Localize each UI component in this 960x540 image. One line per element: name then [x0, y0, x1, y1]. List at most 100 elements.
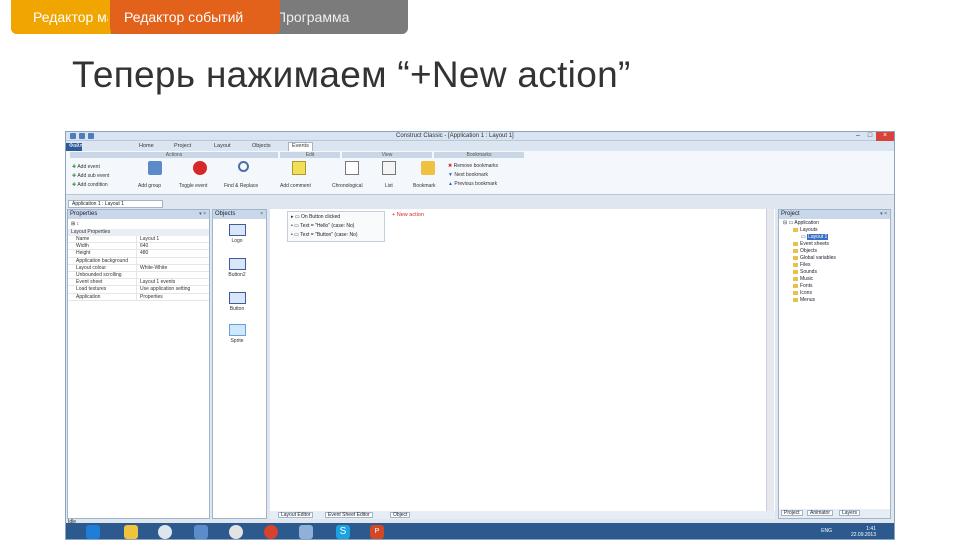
property-row[interactable]: Name Layout 1	[68, 236, 209, 244]
tab-file[interactable]: Файл	[66, 143, 83, 151]
folder-icon	[793, 276, 798, 281]
panel-close-icon[interactable]: ▾ ×	[199, 210, 206, 219]
toggle-event-button[interactable]: Toggle event	[179, 183, 207, 189]
property-row[interactable]: Application background	[68, 257, 209, 265]
property-value[interactable]: Use application setting	[136, 286, 209, 293]
property-value[interactable]: 480	[136, 250, 209, 257]
ie-icon[interactable]	[86, 525, 100, 539]
explorer-icon[interactable]	[124, 525, 138, 539]
tab-layout-editor[interactable]: Layout Editor	[278, 512, 314, 518]
tree-node-menus[interactable]: Menus	[793, 297, 815, 303]
tab-project[interactable]: Project	[171, 143, 194, 149]
undo-icon[interactable]	[79, 133, 85, 139]
add-event-button[interactable]: ✚ Add event	[72, 164, 100, 170]
property-value[interactable]: White-White	[136, 264, 209, 271]
add-condition-button[interactable]: ✚ Add condition	[72, 182, 108, 188]
add-group-button[interactable]: Add group	[138, 183, 161, 189]
tree-node-layout-1[interactable]: ▭ Layout 1	[801, 234, 829, 240]
panel-close-icon[interactable]: ▾ ×	[880, 210, 887, 219]
save-icon[interactable]	[70, 133, 76, 139]
event-scrollbar[interactable]	[766, 209, 774, 511]
maximize-icon[interactable]: □	[864, 132, 876, 141]
bookmark-button[interactable]: Bookmark	[413, 183, 436, 189]
tab-layout[interactable]: Layout	[211, 143, 234, 149]
properties-group: Layout Properties	[68, 229, 209, 236]
tab-project[interactable]: Project	[781, 510, 803, 516]
event-condition-2[interactable]: • ▭ Text = "Hello" (case: No)	[291, 223, 354, 229]
event-block[interactable]: ▸ ▭ On Button clicked • ▭ Text = "Hello"…	[287, 211, 385, 242]
redo-icon[interactable]	[88, 133, 94, 139]
sort-icon[interactable]: ⊞ ↕	[68, 219, 209, 229]
property-row[interactable]: Height 480	[68, 250, 209, 258]
tab-layers[interactable]: Layers	[839, 510, 861, 516]
skype-icon[interactable]: S	[336, 525, 350, 539]
app-icon[interactable]	[299, 525, 313, 539]
property-value[interactable]: Properties	[136, 293, 209, 300]
close-icon[interactable]: ×	[876, 132, 894, 141]
tab-event-sheet-editor[interactable]: Event Sheet Editor	[325, 512, 373, 518]
folder-icon	[793, 269, 798, 274]
construct-icon[interactable]	[194, 525, 208, 539]
tab-events[interactable]: Events	[288, 142, 313, 151]
project-bottom-tabs: Project Animator Layers	[779, 509, 890, 518]
tab-objects[interactable]: Objects	[249, 143, 274, 149]
tab-animator[interactable]: Animator	[807, 510, 834, 516]
powerpoint-icon[interactable]: P	[370, 525, 384, 539]
property-value[interactable]: Layout 1	[136, 236, 209, 243]
chrome-icon[interactable]	[229, 525, 243, 539]
breadcrumb-program-label[interactable]: Программа	[276, 9, 349, 25]
panel-close-icon[interactable]: ×	[260, 210, 263, 219]
property-value[interactable]	[136, 271, 209, 279]
event-condition-1[interactable]: ▸ ▭ On Button clicked	[291, 214, 340, 220]
tab-home[interactable]: Home	[136, 143, 157, 149]
property-row[interactable]: Event sheet Layout 1 events	[68, 279, 209, 287]
remove-bookmarks-button[interactable]: ✖ Remove bookmarks	[448, 163, 498, 169]
breadcrumb-event-editor[interactable]: Редактор событий	[110, 0, 280, 34]
tree-node-layouts[interactable]: Layouts	[793, 227, 818, 233]
media-icon[interactable]	[158, 525, 172, 539]
tree-node-global-variables[interactable]: Global variables	[793, 255, 836, 261]
tree-node-fonts[interactable]: Fonts	[793, 283, 813, 289]
breadcrumb-layout-editor[interactable]: Редактор макетов	[11, 0, 111, 34]
document-tab[interactable]: Application 1 : Layout 1	[68, 200, 163, 208]
property-value[interactable]: Layout 1 events	[136, 279, 209, 286]
group-view: View	[342, 152, 432, 158]
property-value[interactable]	[136, 257, 209, 264]
object-logo[interactable]: Logo	[225, 224, 249, 244]
tree-node-event-sheets[interactable]: Event sheets	[793, 241, 829, 247]
add-comment-button[interactable]: Add comment	[280, 183, 311, 189]
minimize-icon[interactable]: –	[852, 132, 864, 141]
tree-node-files[interactable]: Files	[793, 262, 811, 268]
tab-object[interactable]: Object	[390, 512, 411, 518]
tree-node-icons[interactable]: Icons	[793, 290, 812, 296]
object-button[interactable]: Button	[225, 292, 249, 312]
tree-node-objects[interactable]: Objects	[793, 248, 817, 254]
add-group-icon	[148, 161, 162, 175]
add-sub-event-button[interactable]: ✚ Add sub event	[72, 173, 109, 179]
tree-node-sounds[interactable]: Sounds	[793, 269, 817, 275]
tree-node-application[interactable]: ⊟ ▭ Application	[783, 220, 819, 226]
opera-icon[interactable]	[264, 525, 278, 539]
property-row[interactable]: Unbounded scrolling	[68, 271, 209, 280]
property-key: Event sheet	[76, 279, 103, 286]
next-bookmark-button[interactable]: ▼ Next bookmark	[448, 172, 488, 178]
list-button[interactable]: List	[385, 183, 393, 189]
previous-bookmark-button[interactable]: ▲ Previous bookmark	[448, 181, 497, 187]
property-value[interactable]: 640	[136, 243, 209, 250]
object-sprite[interactable]: Sprite	[225, 324, 249, 344]
language-indicator[interactable]: ENG	[821, 528, 832, 534]
add-sub-event-label: Add sub event	[77, 173, 110, 179]
clock[interactable]: 1:41 22.09.2013	[851, 526, 876, 538]
event-condition-3[interactable]: • ▭ Text = "Button" (case: No)	[291, 232, 358, 238]
object-button2[interactable]: Button2	[225, 258, 249, 278]
property-row[interactable]: Layout colour White-White	[68, 264, 209, 272]
tree-node-layouts-label: Layouts	[800, 227, 818, 233]
property-row[interactable]: Application Properties	[68, 293, 209, 301]
chronological-button[interactable]: Chronological	[332, 183, 363, 189]
event-condition-2-label: Text = "Hello" (case: No)	[300, 223, 355, 229]
new-action-button[interactable]: + New action	[392, 212, 424, 218]
find-replace-button[interactable]: Find & Replace	[224, 183, 258, 189]
property-row[interactable]: Width 640	[68, 243, 209, 251]
property-row[interactable]: Load textures Use application setting	[68, 286, 209, 294]
tree-node-music[interactable]: Music	[793, 276, 813, 282]
